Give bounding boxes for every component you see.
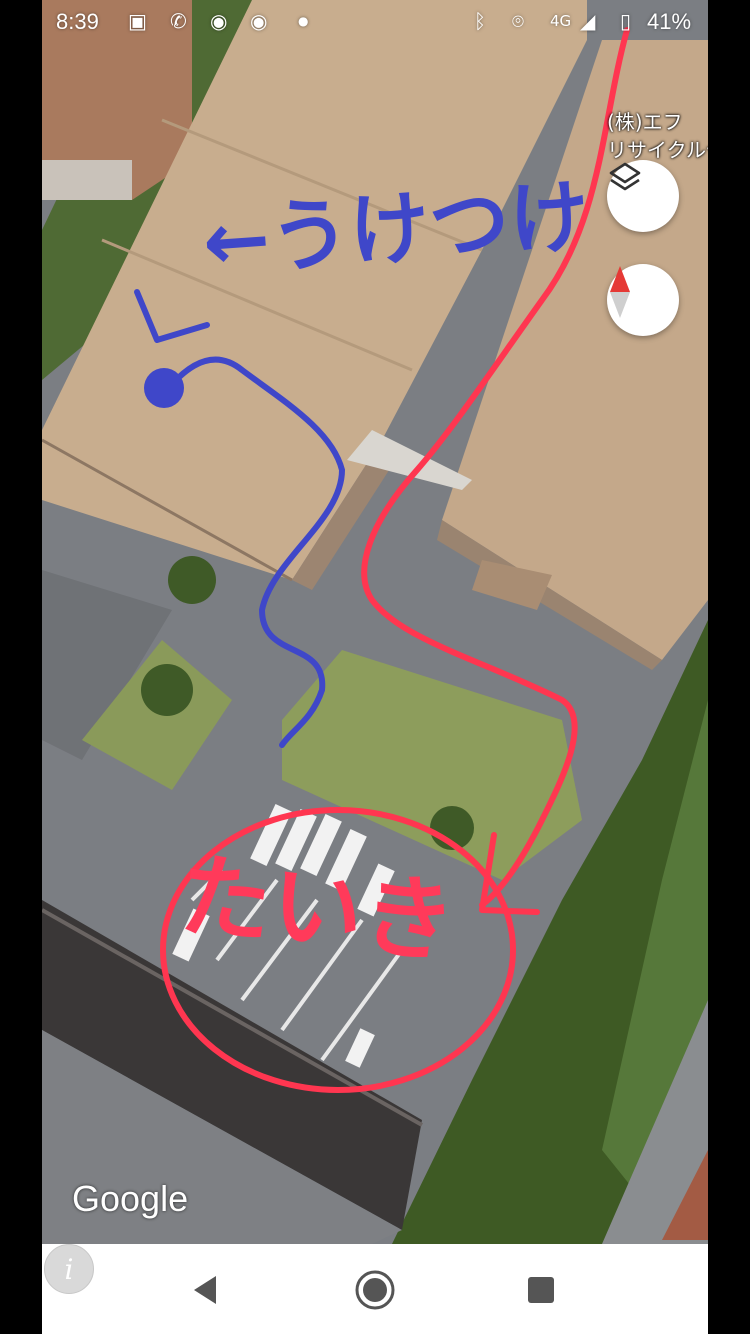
chrome-icon: ◉	[210, 9, 228, 33]
battery-percent: 41%	[647, 9, 692, 34]
notification-dot-icon: ●	[298, 14, 309, 28]
status-time: 8:39	[56, 9, 99, 34]
satellite-map[interactable]: (株)エフ リサイクルセン ←うけつけ たいき Google	[42, 0, 708, 1244]
google-attribution: Google	[72, 1178, 189, 1219]
chrome-icon: ◉	[250, 9, 268, 33]
location-icon: ⌾	[512, 9, 524, 33]
bluetooth-icon: ᛒ	[474, 9, 486, 33]
info-icon[interactable]: i	[44, 1244, 94, 1294]
recents-square-icon[interactable]	[517, 1266, 565, 1314]
navigation-bar	[42, 1244, 708, 1334]
compass-icon	[610, 266, 630, 318]
phone-screen: (株)エフ リサイクルセン ←うけつけ たいき Google 8:39 ▣ ✆ …	[42, 0, 708, 1334]
home-circle-icon[interactable]	[351, 1266, 399, 1314]
compass-button[interactable]	[607, 264, 679, 336]
layers-icon	[609, 162, 641, 191]
wifi-calling-icon: ✆	[170, 9, 187, 33]
back-triangle-icon[interactable]	[182, 1266, 230, 1314]
status-bar: 8:39 ▣ ✆ ◉ ◉ ● ᛒ ⌾ 4G ◢ ▯ 41%	[42, 0, 708, 46]
signal-icon: ◢	[580, 9, 596, 33]
place-label-line1: (株)エフ	[607, 110, 683, 134]
layers-button[interactable]	[607, 160, 679, 232]
place-label[interactable]: (株)エフ リサイクルセン	[607, 108, 708, 164]
battery-icon: ▯	[620, 9, 632, 33]
network-type: 4G	[550, 12, 572, 30]
image-icon: ▣	[128, 9, 147, 33]
